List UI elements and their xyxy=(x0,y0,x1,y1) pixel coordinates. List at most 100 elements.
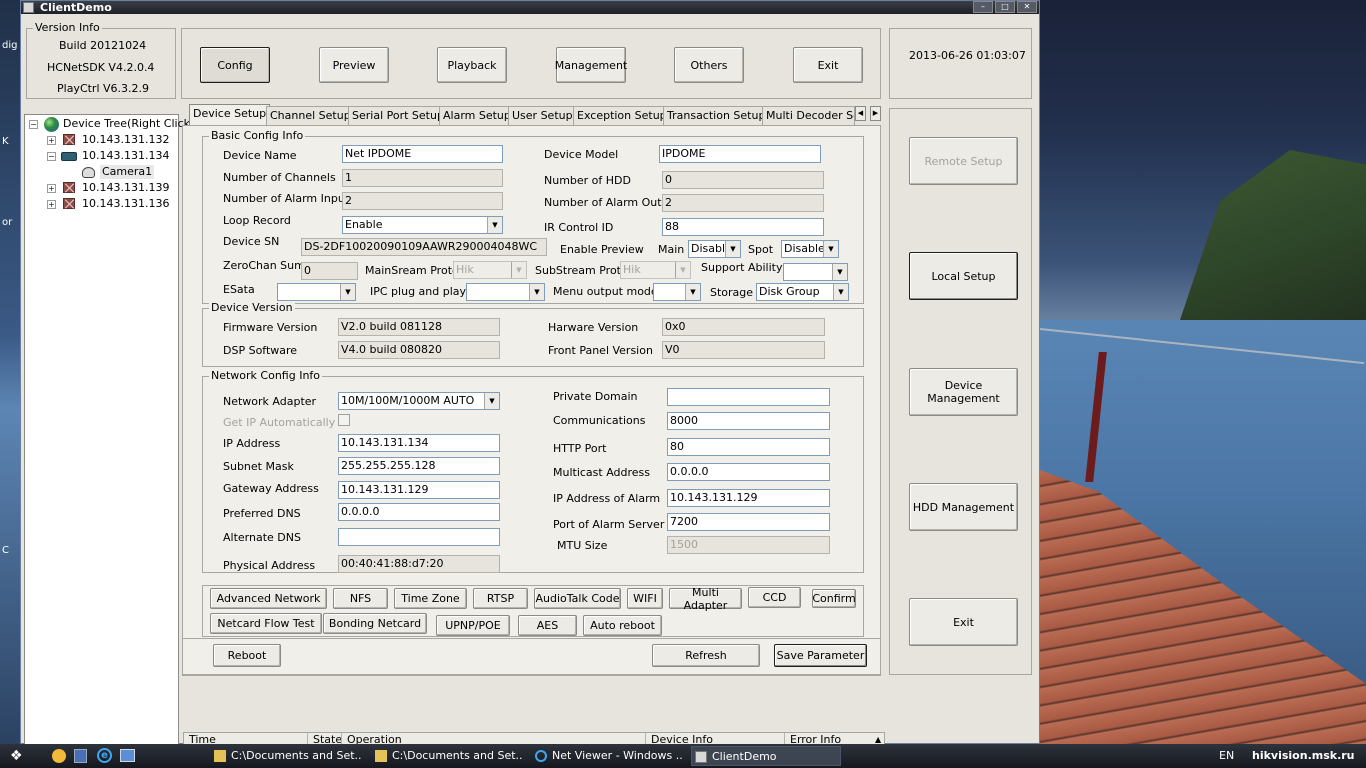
tree-item-device[interactable]: 10.143.131.132 xyxy=(82,133,169,147)
chevron-down-icon[interactable]: ▼ xyxy=(340,284,355,300)
chevron-down-icon[interactable]: ▼ xyxy=(685,284,700,300)
save-parameter-button[interactable]: Save Parameter xyxy=(774,644,867,667)
alarm-ip-field[interactable]: 10.143.131.129 xyxy=(667,489,830,507)
exit-button[interactable]: Exit xyxy=(909,598,1018,646)
language-indicator[interactable]: EN xyxy=(1219,744,1234,768)
playback-button[interactable]: Playback xyxy=(437,47,507,83)
http-port-field[interactable]: 80 xyxy=(667,438,830,456)
refresh-button[interactable]: Refresh xyxy=(652,644,760,667)
tree-item-device[interactable]: 10.143.131.139 xyxy=(82,181,169,195)
desktop-icon-label[interactable]: dig xyxy=(2,40,17,51)
quicklaunch-app-icon[interactable] xyxy=(52,749,66,763)
taskbar-item-explorer[interactable]: C:\Documents and Set... xyxy=(372,746,522,766)
ccd-button[interactable]: CCD xyxy=(748,587,801,608)
preview-button[interactable]: Preview xyxy=(319,47,389,83)
chevron-down-icon[interactable]: ▼ xyxy=(511,262,526,278)
device-tree[interactable]: − Device Tree(Right Click + 10.143.131.1… xyxy=(24,114,190,745)
rtsp-button[interactable]: RTSP xyxy=(473,588,528,609)
nfs-button[interactable]: NFS xyxy=(333,588,388,609)
alarm-port-field[interactable]: 7200 xyxy=(667,513,830,531)
others-button[interactable]: Others xyxy=(674,47,744,83)
wifi-button[interactable]: WIFI xyxy=(627,588,663,609)
chevron-down-icon[interactable]: ▼ xyxy=(529,284,544,300)
device-model-field[interactable]: IPDOME xyxy=(659,145,821,163)
tab-device-setup[interactable]: Device Setup xyxy=(189,104,271,126)
expand-icon[interactable]: + xyxy=(47,136,56,145)
mainstream-proto-select[interactable]: Hik ▼ xyxy=(453,261,527,279)
ip-address-field[interactable]: 10.143.131.134 xyxy=(338,434,500,452)
netcard-flow-test-button[interactable]: Netcard Flow Test xyxy=(210,613,322,634)
desktop-icon-label[interactable]: C xyxy=(2,545,9,556)
ipc-plug-play-select[interactable]: ▼ xyxy=(466,283,545,301)
taskbar-item-explorer[interactable]: C:\Documents and Set... xyxy=(211,746,361,766)
tab-scroll-left-icon[interactable]: ◀ xyxy=(855,106,866,121)
network-adapter-select[interactable]: 10M/100M/1000M AUTO ▼ xyxy=(338,392,500,410)
bonding-netcard-button[interactable]: Bonding Netcard xyxy=(323,613,427,634)
expand-icon[interactable]: + xyxy=(47,184,56,193)
multi-adapter-button[interactable]: Multi Adapter xyxy=(669,586,742,612)
aes-button[interactable]: AES xyxy=(518,615,577,636)
exit-button-top[interactable]: Exit xyxy=(793,47,863,83)
remote-setup-button[interactable]: Remote Setup xyxy=(909,137,1018,185)
tab-exception-setup[interactable]: Exception Setup xyxy=(573,106,671,125)
audiotalk-code-button[interactable]: AudioTalk Code xyxy=(534,588,621,609)
tab-multi-decoder-setup[interactable]: Multi Decoder Set xyxy=(762,106,855,125)
management-button[interactable]: Management xyxy=(555,47,627,83)
tab-user-setup[interactable]: User Setup xyxy=(508,106,577,125)
title-bar[interactable]: ClientDemo – □ ✕ xyxy=(21,1,1039,14)
esata-select[interactable]: ▼ xyxy=(277,283,356,301)
taskbar-item-net-viewer[interactable]: Net Viewer - Windows ... xyxy=(532,746,682,766)
device-management-button[interactable]: Device Management xyxy=(909,368,1018,416)
tree-root-label[interactable]: Device Tree(Right Click xyxy=(63,117,190,131)
start-windows-icon[interactable]: ❖ xyxy=(10,748,26,764)
time-zone-button[interactable]: Time Zone xyxy=(394,588,467,609)
show-desktop-icon[interactable] xyxy=(120,749,135,762)
collapse-icon[interactable]: − xyxy=(29,120,38,129)
preferred-dns-field[interactable]: 0.0.0.0 xyxy=(338,503,500,521)
local-setup-button[interactable]: Local Setup xyxy=(909,252,1018,300)
chevron-down-icon[interactable]: ▼ xyxy=(725,241,740,257)
tab-alarm-setup[interactable]: Alarm Setup xyxy=(439,106,515,125)
close-icon[interactable]: ✕ xyxy=(1017,1,1037,13)
gateway-field[interactable]: 10.143.131.129 xyxy=(338,481,500,499)
taskbar-item-clientdemo[interactable]: ClientDemo xyxy=(691,746,841,766)
menu-output-mode-select[interactable]: ▼ xyxy=(653,283,701,301)
desktop-icon-label[interactable]: or xyxy=(2,217,12,228)
advanced-network-button[interactable]: Advanced Network xyxy=(210,588,327,609)
tab-scroll-right-icon[interactable]: ▶ xyxy=(870,106,881,121)
tab-channel-setup[interactable]: Channel Setup xyxy=(266,106,355,125)
tree-item-device[interactable]: 10.143.131.136 xyxy=(82,197,169,211)
auto-reboot-button[interactable]: Auto reboot xyxy=(583,615,662,636)
upnp-poe-button[interactable]: UPNP/POE xyxy=(436,615,510,636)
chevron-down-icon[interactable]: ▼ xyxy=(484,393,499,409)
subnet-mask-field[interactable]: 255.255.255.128 xyxy=(338,457,500,475)
ir-control-id-field[interactable]: 88 xyxy=(662,218,824,236)
get-ip-auto-checkbox[interactable] xyxy=(338,414,350,426)
storage-select[interactable]: Disk Group ▼ xyxy=(756,283,849,301)
chevron-down-icon[interactable]: ▼ xyxy=(832,264,847,280)
chevron-down-icon[interactable]: ▼ xyxy=(487,217,502,233)
collapse-icon[interactable]: − xyxy=(47,152,56,161)
minimize-icon[interactable]: – xyxy=(973,1,993,13)
multicast-address-field[interactable]: 0.0.0.0 xyxy=(667,463,830,481)
loop-record-select[interactable]: Enable ▼ xyxy=(342,216,503,234)
tree-item-device[interactable]: 10.143.131.134 xyxy=(82,149,169,163)
expand-icon[interactable]: + xyxy=(47,200,56,209)
chevron-down-icon[interactable]: ▼ xyxy=(675,262,690,278)
config-button[interactable]: Config xyxy=(200,47,270,83)
reboot-button[interactable]: Reboot xyxy=(213,644,281,667)
tab-transaction-setup[interactable]: Transaction Setup xyxy=(663,106,770,125)
communications-field[interactable]: 8000 xyxy=(667,412,830,430)
hdd-management-button[interactable]: HDD Management xyxy=(909,483,1018,531)
spot-preview-select[interactable]: Disable ▼ xyxy=(781,240,839,258)
internet-explorer-icon[interactable]: e xyxy=(97,748,112,763)
support-ability-select[interactable]: ▼ xyxy=(783,263,848,281)
main-preview-select[interactable]: Disable ▼ xyxy=(688,240,741,258)
confirm-button[interactable]: Confirm xyxy=(812,589,856,608)
alternate-dns-field[interactable] xyxy=(338,528,500,546)
desktop-icon-label[interactable]: K xyxy=(2,136,9,147)
maximize-icon[interactable]: □ xyxy=(995,1,1015,13)
device-name-field[interactable]: Net IPDOME xyxy=(342,145,503,163)
save-disk-icon[interactable] xyxy=(74,749,87,763)
chevron-down-icon[interactable]: ▼ xyxy=(823,241,838,257)
